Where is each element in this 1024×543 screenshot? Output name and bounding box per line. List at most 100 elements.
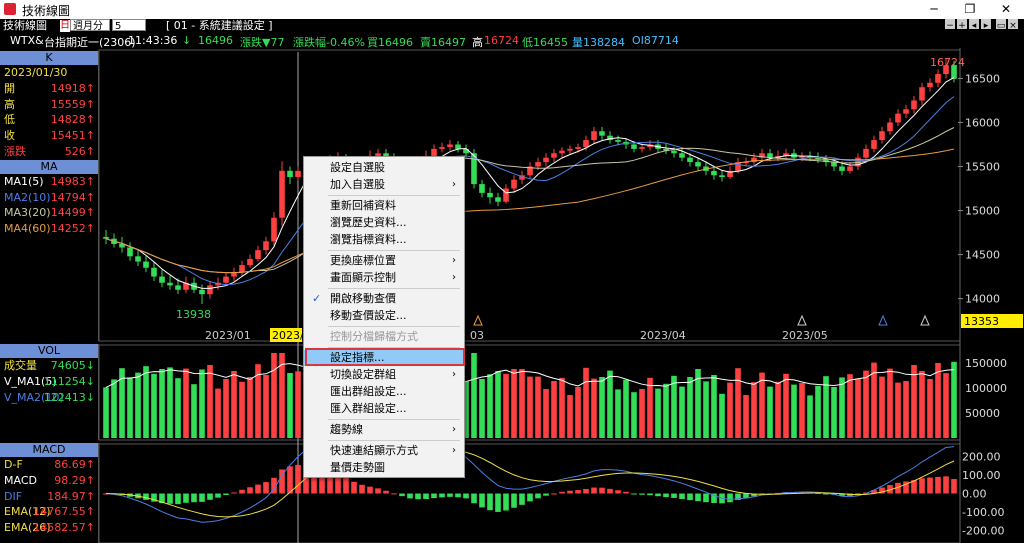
menu-item-16[interactable]: 量價走勢圖: [304, 460, 464, 476]
k-panel-header: K: [0, 51, 98, 65]
candle-body: [151, 267, 157, 277]
candle-body: [463, 148, 469, 154]
volume-bar: [535, 376, 541, 438]
zoom-in-button[interactable]: +: [957, 19, 967, 31]
volume-bar: [599, 377, 605, 438]
candle-body: [783, 153, 789, 156]
menu-item-5[interactable]: 更換座標位置 ›: [304, 253, 464, 269]
candle-body: [455, 144, 461, 149]
volume-bar: [519, 369, 525, 438]
macd-hist-bar: [791, 492, 797, 494]
volume-bar: [215, 388, 221, 438]
volume-bar: [663, 383, 669, 438]
menu-item-9: 控制分檔歸檔方式: [304, 329, 464, 345]
menu-item-12[interactable]: 匯出群組設定...: [304, 384, 464, 400]
restore-button[interactable]: ❐: [952, 0, 988, 19]
chart-canvas[interactable]: 16500 16000 15500 15000 14500 14000 13353 2023/…: [0, 0, 1024, 543]
volume-bar: [783, 373, 789, 438]
low-label: 13938: [176, 308, 211, 321]
volume-bar: [503, 373, 509, 438]
k-row-change: 漲跌 526↑: [4, 144, 95, 158]
macd-hist-bar: [271, 477, 277, 494]
ma-line-3: [105, 127, 955, 274]
move-left-button[interactable]: ◂: [969, 19, 979, 31]
minimize-button[interactable]: ─: [916, 0, 952, 19]
menu-item-4[interactable]: 瀏覽指標資料...: [304, 232, 464, 248]
menu-item-label: 開啟移動查價: [330, 292, 396, 305]
volume-bar: [199, 369, 205, 438]
menu-item-11[interactable]: 切換設定群組 ›: [304, 367, 464, 383]
candle-body: [703, 166, 709, 171]
macd-row-5: EMA(26) 14582.57↑: [4, 521, 95, 535]
candle-body: [695, 162, 701, 167]
macd-hist-bar: [559, 491, 565, 494]
menu-item-1[interactable]: 加入自選股 ›: [304, 177, 464, 193]
close-button[interactable]: ✕: [988, 0, 1024, 19]
macd-hist-bar: [783, 492, 789, 494]
daily-tag[interactable]: 日: [60, 20, 70, 32]
candle-body: [623, 141, 629, 145]
candle-body: [879, 131, 885, 141]
macd-row-3: DIF 184.97↑: [4, 489, 95, 503]
volume-bar: [799, 383, 805, 438]
volume-bar: [543, 389, 549, 438]
move-right-button[interactable]: ▸: [981, 19, 991, 31]
volume-bar: [735, 368, 741, 438]
menu-item-label: 趨勢線: [330, 423, 363, 436]
menu-item-15[interactable]: 快速連結顯示方式 ›: [304, 443, 464, 459]
vol-row-3: V_MA2(10) 122413↓: [4, 390, 95, 404]
close-panel-button[interactable]: ×: [1008, 19, 1018, 31]
macd-hist-bar: [359, 484, 365, 494]
zoom-out-button[interactable]: −: [945, 19, 955, 31]
k-date: 2023/01/30: [4, 66, 68, 79]
quote-name: 台指期近一(2306): [44, 36, 136, 49]
volume-bar: [135, 372, 141, 438]
preset-selector[interactable]: [ 01 - 系統建議設定 ]: [166, 19, 273, 33]
candle-body: [567, 148, 573, 151]
macd-line: [105, 441, 955, 518]
candle-body: [607, 135, 613, 141]
volume-bar: [623, 379, 629, 438]
candle-body: [823, 159, 829, 163]
candle-body: [479, 184, 485, 193]
menu-item-13[interactable]: 匯入群組設定...: [304, 401, 464, 417]
menu-item-6[interactable]: 畫面顯示控制 ›: [304, 270, 464, 286]
macd-hist-bar: [223, 493, 229, 496]
volume-bar: [767, 386, 773, 438]
count-selector[interactable]: 5: [112, 19, 146, 32]
menu-item-7[interactable]: ✓ 開啟移動查價: [304, 291, 464, 307]
macd-hist-bar: [199, 493, 205, 502]
quote-pct: 漲跌幅-0.46%: [293, 36, 365, 49]
macd-hist-bar: [255, 484, 261, 494]
volume-bar: [471, 353, 477, 438]
macd-hist-bar: [231, 492, 237, 494]
candle-body: [519, 175, 525, 180]
price-axis-label: 16500: [965, 72, 1000, 85]
volume-bar: [559, 377, 565, 438]
menu-item-0[interactable]: 設定自選股: [304, 160, 464, 176]
macd-hist-bar: [279, 469, 285, 494]
macd-hist-bar: [751, 493, 757, 497]
macd-hist-bar: [871, 490, 877, 494]
candle-body: [551, 153, 557, 158]
layout-button[interactable]: ▭: [996, 19, 1006, 31]
period-selector[interactable]: 週月分: [70, 19, 110, 32]
menu-item-label: 更換座標位置: [330, 254, 396, 267]
volume-bar: [719, 393, 725, 438]
macd-row-2: MACD 98.29↑: [4, 473, 95, 487]
macd-hist-bar: [519, 493, 525, 505]
menu-item-label: 移動查價設定...: [330, 309, 407, 322]
candle-body: [591, 131, 597, 141]
macd-hist-bar: [295, 464, 301, 494]
k-row-low: 低 14828↑: [4, 113, 95, 127]
macd-hist-bar: [391, 493, 397, 495]
menu-item-8[interactable]: 移動查價設定...: [304, 308, 464, 324]
candle-body: [535, 162, 541, 167]
menu-item-3[interactable]: 瀏覽歷史資料...: [304, 215, 464, 231]
event-marker-2: [878, 314, 888, 326]
volume-bar: [943, 373, 949, 438]
menu-item-14[interactable]: 趨勢線 ›: [304, 422, 464, 438]
volume-bar: [167, 367, 173, 438]
menu-item-2[interactable]: 重新回補資料: [304, 198, 464, 214]
candle-body: [639, 147, 645, 149]
